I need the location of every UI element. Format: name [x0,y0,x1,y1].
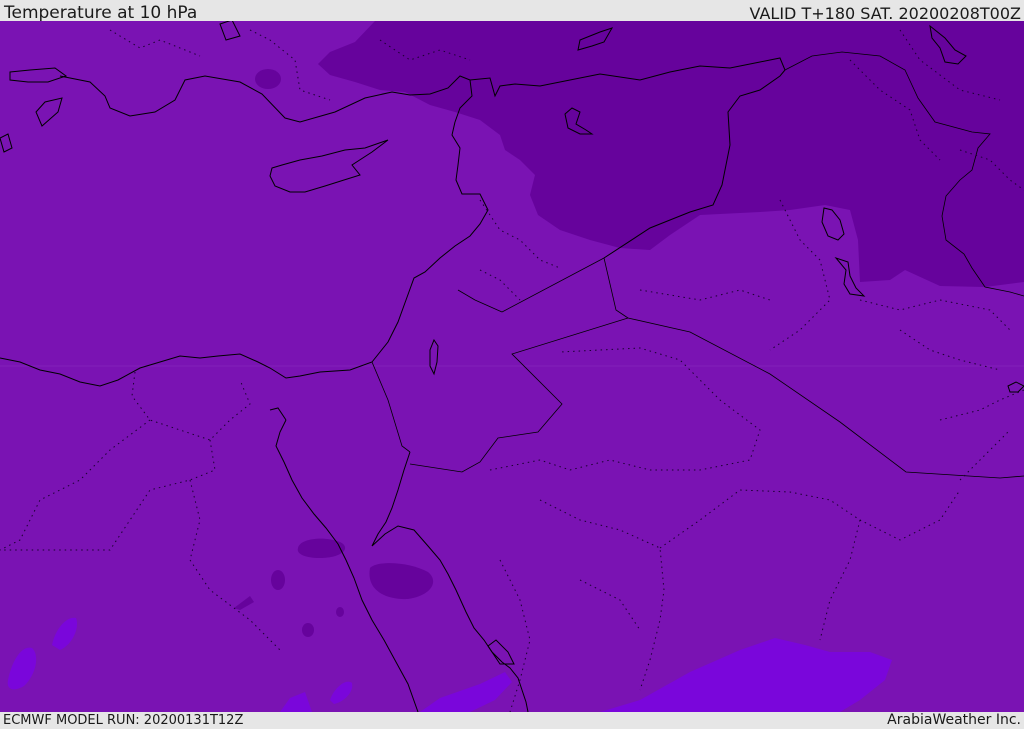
cold-patch-small-4 [336,607,344,617]
map-canvas [0,21,1024,712]
map-window: Temperature at 10 hPa VALID T+180 SAT. 2… [0,0,1024,729]
model-run: ECMWF MODEL RUN: 20200131T12Z [3,713,244,728]
header-bar: Temperature at 10 hPa VALID T+180 SAT. 2… [0,0,1024,23]
cold-patch-small-1 [271,570,285,590]
cold-patch-aegean [255,69,281,89]
temperature-map [0,21,1024,712]
credit: ArabiaWeather Inc. [887,712,1021,728]
map-title: Temperature at 10 hPa [4,3,198,23]
footer-bar: ECMWF MODEL RUN: 20200131T12Z ArabiaWeat… [0,712,1024,729]
cold-patch-small-2 [302,623,314,637]
